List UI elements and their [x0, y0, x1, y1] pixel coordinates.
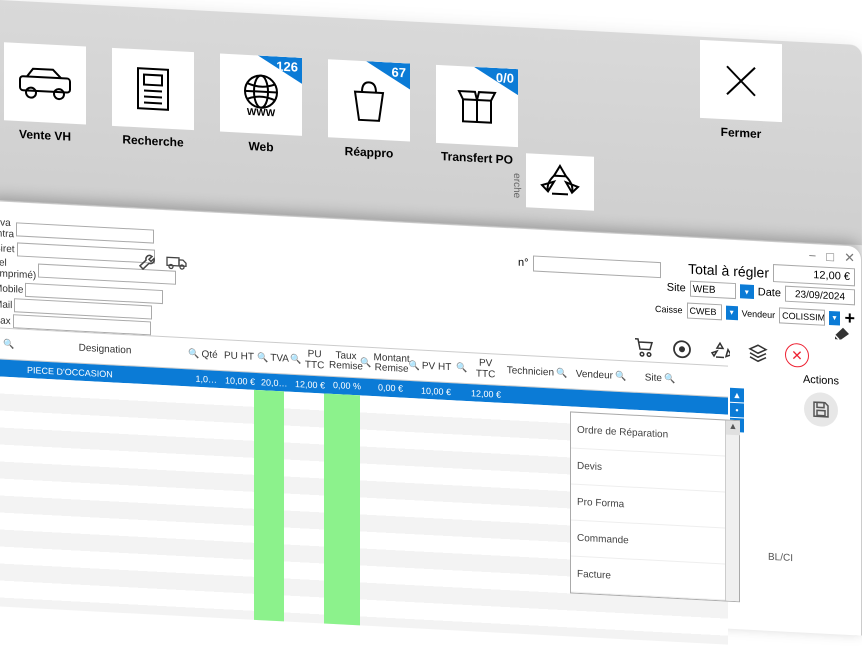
- numero-label: n°: [518, 257, 529, 270]
- tile-transfert-po[interactable]: 0/0 Transfert PO: [436, 65, 518, 167]
- tile-fermer[interactable]: Fermer: [700, 40, 782, 142]
- tile-recycle[interactable]: [526, 153, 594, 211]
- site-select[interactable]: WEB: [690, 281, 736, 299]
- caisse-dropdown-btn[interactable]: ▾: [726, 305, 738, 320]
- minimize-button[interactable]: −: [809, 248, 817, 264]
- col-tva[interactable]: TVA: [270, 352, 289, 364]
- cell-taux-remise: 0,00 %: [328, 381, 364, 392]
- col-vendeur[interactable]: Vendeur: [576, 368, 613, 381]
- label-mail: Mail: [0, 299, 12, 311]
- floppy-icon: [812, 400, 830, 419]
- recycle-icon: [540, 161, 580, 203]
- save-button[interactable]: [804, 392, 838, 428]
- svg-text:WWW: WWW: [247, 107, 276, 119]
- vendeur-select[interactable]: COLISSIMO: [779, 307, 824, 325]
- recycle-small-icon[interactable]: [709, 340, 731, 363]
- label-mobile: Mobile: [0, 283, 23, 296]
- cell-puttc: 12,00 €: [288, 378, 328, 390]
- dropdown-scrollbar[interactable]: ▲: [725, 421, 739, 602]
- col-pvttc[interactable]: PV TTC: [469, 357, 502, 381]
- col-puttc[interactable]: PU TTC: [303, 348, 326, 371]
- col-site[interactable]: Site: [645, 372, 662, 384]
- site-dropdown-btn[interactable]: ▾: [740, 284, 754, 299]
- col-pvht[interactable]: PV HT: [422, 360, 451, 373]
- maximize-button[interactable]: □: [826, 249, 834, 265]
- dd-item[interactable]: Facture: [571, 556, 739, 601]
- highlight-col-tva: [254, 390, 284, 622]
- total-label: Total à régler: [688, 261, 769, 281]
- car-icon: [17, 64, 73, 103]
- col-puht[interactable]: PU HT: [220, 340, 258, 372]
- cell-pvttc: 12,00 €: [454, 387, 504, 400]
- scroll-up[interactable]: ▲: [730, 388, 744, 403]
- header-summary: Total à régler 12,00 € Site WEB ▾ Date C…: [655, 258, 855, 332]
- cell-montant-remise: 0,00 €: [364, 383, 406, 394]
- recherche-vertical-tab: erche: [504, 162, 522, 211]
- tile-reappro[interactable]: 67 Réappro: [328, 59, 410, 161]
- col-technicien[interactable]: Technicien: [507, 365, 554, 378]
- date-input[interactable]: [785, 286, 855, 306]
- numero-input[interactable]: [533, 255, 661, 278]
- cart-icon[interactable]: [633, 336, 655, 359]
- close-icon: [721, 60, 761, 102]
- dd-scroll-up[interactable]: ▲: [726, 421, 740, 436]
- cell-tva: 20,0…: [258, 377, 288, 389]
- highlight-col-taux: [324, 394, 360, 626]
- cell-pvht: 10,00 €: [406, 384, 454, 397]
- eraser-icon[interactable]: [831, 325, 851, 340]
- vendeur-dropdown-btn[interactable]: ▾: [829, 310, 841, 325]
- layers-icon[interactable]: [747, 342, 769, 365]
- cell-puht: 10,00 €: [220, 375, 258, 387]
- scroll-set[interactable]: •: [730, 403, 744, 418]
- search-icon[interactable]: 🔍: [3, 338, 14, 350]
- main-window: − □ ✕ Tva Intra Siret Tel (imprimé) Mobi…: [0, 200, 862, 636]
- target-icon[interactable]: [671, 338, 693, 361]
- total-value: 12,00 €: [773, 264, 855, 286]
- box-transfer-icon: [455, 83, 499, 129]
- actions-label: Actions: [791, 373, 851, 388]
- cell-qte: 1,0…: [186, 373, 220, 385]
- window-controls: − □ ✕: [809, 248, 855, 266]
- actions-column: Actions: [791, 373, 851, 434]
- truck-icon[interactable]: [166, 254, 188, 273]
- caisse-label: Caisse: [655, 303, 683, 314]
- clear-button[interactable]: ✕: [785, 343, 809, 368]
- caisse-select[interactable]: CWEB: [687, 302, 722, 320]
- input-tva-intra[interactable]: [16, 222, 154, 243]
- col-montant-remise[interactable]: Montant Remise: [374, 353, 410, 375]
- www-icon: WWW: [238, 70, 284, 118]
- tile-vente-vh[interactable]: Vente VH: [4, 42, 86, 144]
- label-tel: Tel (imprimé): [0, 257, 36, 281]
- blci-text: BL/CI: [768, 552, 793, 564]
- tile-recherche[interactable]: Recherche: [112, 48, 194, 150]
- close-window-button[interactable]: ✕: [844, 250, 855, 267]
- date-label: Date: [758, 286, 781, 299]
- document-type-dropdown[interactable]: Ordre de Réparation Devis Pro Forma Comm…: [570, 411, 740, 602]
- bag-icon: [349, 77, 389, 123]
- vendeur-label: Vendeur: [742, 308, 776, 320]
- label-siret: Siret: [0, 243, 15, 255]
- label-tva-intra: Tva Intra: [0, 217, 14, 240]
- col-qte[interactable]: Qté: [202, 349, 218, 361]
- tile-web[interactable]: 126 WWW Web: [220, 54, 302, 156]
- label-fax: Fax: [0, 315, 11, 327]
- wrench-icon[interactable]: [138, 253, 156, 272]
- site-label: Site: [667, 281, 686, 294]
- col-taux-remise[interactable]: Taux Remise: [328, 346, 364, 378]
- doc-search-icon: [134, 66, 172, 112]
